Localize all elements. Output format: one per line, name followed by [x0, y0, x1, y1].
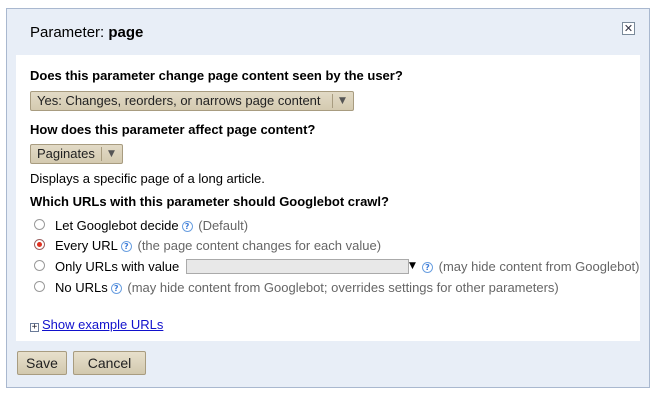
- option-hint: (may hide content from Googlebot): [438, 259, 640, 274]
- crawl-option-label: No URLs? (may hide content from Googlebo…: [55, 280, 559, 295]
- radio-every-url[interactable]: [34, 239, 45, 250]
- dialog-title-param: page: [108, 24, 144, 41]
- dialog-title-prefix: Parameter:: [30, 24, 105, 41]
- affect-select[interactable]: Paginates ▼: [30, 144, 123, 164]
- dialog-content: Does this parameter change page content …: [16, 55, 640, 341]
- option-text: Let Googlebot decide: [55, 218, 179, 233]
- help-icon[interactable]: ?: [422, 262, 433, 273]
- question-affect: How does this parameter affect page cont…: [30, 122, 316, 137]
- option-text: Every URL: [55, 238, 118, 253]
- save-button[interactable]: Save: [17, 351, 67, 375]
- crawl-option-only-value[interactable]: Only URLs with value ▼ ? (may hide conte…: [34, 259, 654, 275]
- option-hint: (the page content changes for each value…: [137, 238, 382, 253]
- cancel-button[interactable]: Cancel: [73, 351, 146, 375]
- question-content-change: Does this parameter change page content …: [30, 68, 403, 83]
- chevron-down-icon[interactable]: ▼: [409, 259, 419, 274]
- parameter-dialog: Parameter: page ✕ Does this parameter ch…: [6, 8, 650, 388]
- affect-description: Displays a specific page of a long artic…: [30, 171, 265, 186]
- crawl-option-label: Let Googlebot decide? (Default): [55, 218, 248, 233]
- option-hint: (may hide content from Googlebot; overri…: [127, 280, 559, 295]
- select-divider: [101, 147, 102, 161]
- close-icon[interactable]: ✕: [622, 22, 635, 35]
- show-example-urls-link[interactable]: Show example URLs: [42, 317, 163, 332]
- crawl-option-hint-wrap: ? (may hide content from Googlebot): [419, 259, 640, 274]
- question-crawl: Which URLs with this parameter should Go…: [30, 194, 389, 209]
- crawl-option-label: Every URL? (the page content changes for…: [55, 238, 381, 253]
- help-icon[interactable]: ?: [120, 241, 132, 252]
- option-text: No URLs: [55, 280, 108, 295]
- content-change-select-value: Yes: Changes, reorders, or narrows page …: [37, 93, 321, 108]
- help-icon[interactable]: ?: [110, 283, 122, 294]
- affect-select-value: Paginates: [37, 146, 95, 161]
- chevron-down-icon: ▼: [108, 149, 115, 159]
- option-hint: (Default): [198, 218, 249, 233]
- radio-no-urls[interactable]: [34, 281, 45, 292]
- show-example-urls[interactable]: + Show example URLs: [30, 317, 163, 332]
- chevron-down-icon: ▼: [339, 96, 346, 106]
- crawl-option-label: Only URLs with value: [55, 259, 180, 274]
- help-icon[interactable]: ?: [181, 221, 193, 232]
- dialog-title: Parameter: page: [30, 24, 143, 41]
- url-value-select[interactable]: [186, 259, 409, 274]
- radio-let-googlebot[interactable]: [34, 219, 45, 230]
- radio-only-value[interactable]: [34, 260, 45, 271]
- content-change-select[interactable]: Yes: Changes, reorders, or narrows page …: [30, 91, 354, 111]
- select-divider: [332, 94, 333, 108]
- dialog-title-bar: Parameter: page ✕: [7, 9, 649, 55]
- expand-plus-icon[interactable]: +: [30, 323, 39, 332]
